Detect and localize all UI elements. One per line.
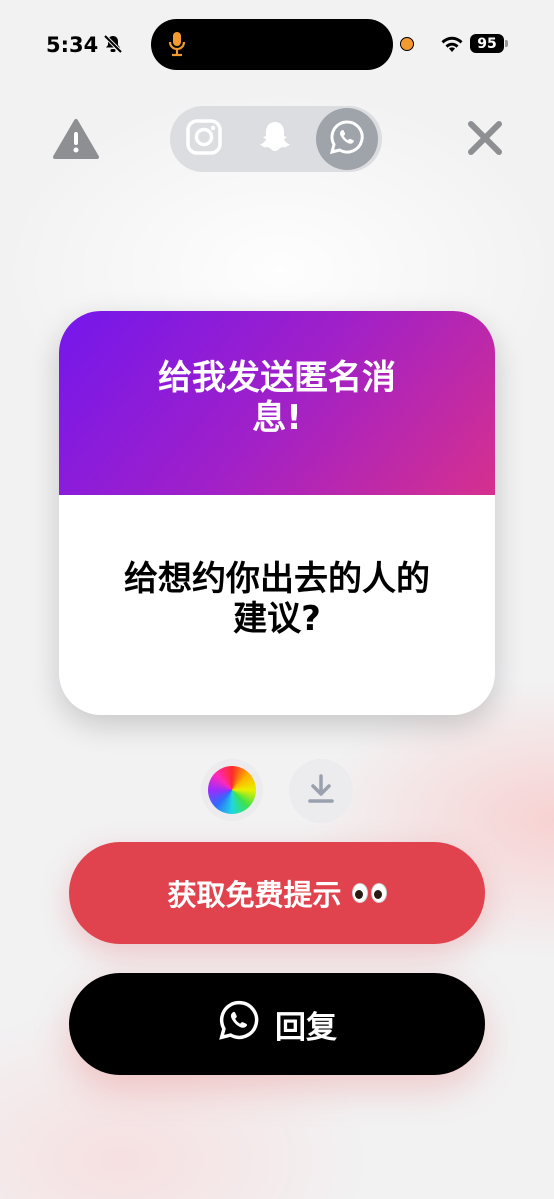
wifi-icon <box>440 35 464 57</box>
whatsapp-icon <box>328 118 366 160</box>
bell-muted-icon <box>103 34 123 58</box>
card-header: 给我发送匿名消息! <box>59 311 495 495</box>
battery-indicator: 95 <box>470 34 504 53</box>
whatsapp-icon <box>217 998 261 1050</box>
eyes-icon <box>351 883 387 903</box>
status-time: 5:34 <box>46 33 99 57</box>
reply-button-label: 回复 <box>275 1009 337 1046</box>
instagram-icon <box>185 118 223 160</box>
platform-instagram-button[interactable] <box>173 108 235 170</box>
get-free-hint-button[interactable]: 获取免费提示 <box>69 842 485 944</box>
platform-switcher <box>170 106 382 172</box>
color-wheel-icon <box>208 766 256 814</box>
download-icon <box>306 773 336 809</box>
reply-button[interactable]: 回复 <box>69 973 485 1075</box>
card-body: 给想约你出去的人的建议? <box>59 495 495 715</box>
dynamic-island <box>151 19 393 70</box>
platform-snapchat-button[interactable] <box>244 108 306 170</box>
recording-indicator <box>400 37 414 51</box>
snapchat-icon <box>256 118 294 160</box>
platform-whatsapp-button[interactable] <box>316 108 378 170</box>
download-button[interactable] <box>289 759 353 823</box>
microphone-icon <box>167 31 187 61</box>
question-card: 给我发送匿名消息! 给想约你出去的人的建议? <box>59 311 495 715</box>
card-question: 给想约你出去的人的建议? <box>124 559 430 639</box>
battery-tip <box>505 40 508 47</box>
close-icon[interactable] <box>465 118 505 162</box>
color-picker-button[interactable] <box>201 759 263 821</box>
warning-icon[interactable] <box>53 118 99 164</box>
card-title: 给我发送匿名消息! <box>158 358 396 438</box>
hint-button-label: 获取免费提示 <box>167 878 342 912</box>
